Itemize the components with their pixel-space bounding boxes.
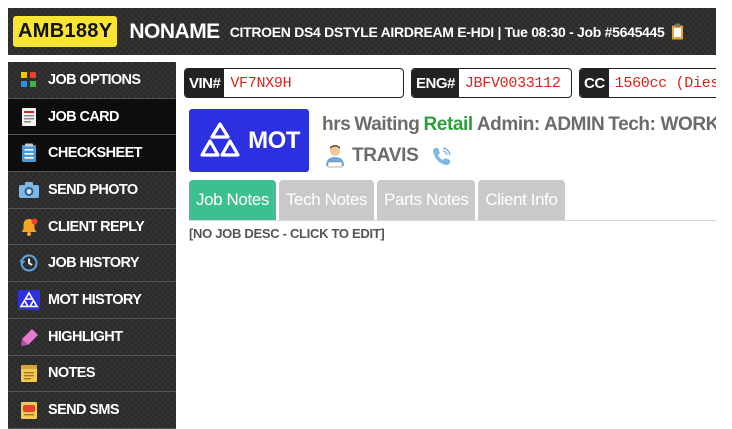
sidebar-item-label: JOB OPTIONS (48, 71, 141, 88)
client-contact-line: TRAVIS (324, 142, 452, 170)
job-card-icon (18, 106, 40, 128)
sidebar-item-label: SEND SMS (48, 402, 120, 419)
sidebar-item-checksheet[interactable]: CHECKSHEET (8, 135, 176, 173)
camera-icon (18, 179, 40, 201)
notepad-icon (18, 362, 40, 384)
admin-assignee[interactable]: Admin: ADMIN (477, 114, 605, 136)
engine-number-value: JBFV0033112 (464, 74, 561, 92)
job-description[interactable]: [NO JOB DESC - CLICK TO EDIT] (189, 226, 385, 241)
mot-triangle-icon (200, 121, 240, 157)
highlighter-icon (18, 326, 40, 348)
status-retail[interactable]: Retail (423, 114, 473, 136)
tab-parts-notes[interactable]: Parts Notes (377, 180, 476, 220)
vehicle-info-fields: VIN# VF7NX9H ENG# JBFV0033112 CC 1560cc … (184, 68, 716, 98)
engine-capacity-value: 1560cc (Diesel) (614, 74, 716, 92)
grid-icon (18, 69, 40, 91)
client-name[interactable]: TRAVIS (352, 145, 419, 167)
sidebar-item-job-history[interactable]: JOB HISTORY (8, 245, 176, 283)
notes-tabs: Job Notes Tech Notes Parts Notes Client … (189, 180, 716, 221)
sidebar-item-client-reply[interactable]: CLIENT REPLY (8, 209, 176, 246)
phone-call-icon[interactable] (430, 145, 452, 167)
mot-button[interactable]: MOT (189, 109, 309, 172)
sidebar-item-send-photo[interactable]: SEND PHOTO (8, 172, 176, 209)
tab-client-info[interactable]: Client Info (478, 180, 565, 220)
tech-assignee[interactable]: Tech: WORKSHOP (608, 114, 716, 136)
vehicle-job-summary: CITROEN DS4 DSTYLE AIRDREAM E-HDI | Tue … (229, 23, 665, 40)
vin-label: VIN# (185, 69, 225, 97)
registration-plate[interactable]: AMB188Y (13, 16, 118, 47)
sidebar-item-label: MOT HISTORY (48, 291, 142, 308)
client-avatar-icon (326, 145, 344, 168)
engine-number-label: ENG# (412, 69, 459, 97)
sidebar-item-notes[interactable]: NOTES (8, 356, 176, 393)
job-status-line: hrs Waiting Retail Admin: ADMIN Tech: WO… (322, 112, 716, 138)
sidebar-item-label: CHECKSHEET (48, 145, 143, 162)
mot-triangle-icon (18, 289, 40, 311)
engine-number-field[interactable]: ENG# JBFV0033112 (411, 68, 572, 98)
engine-capacity-field[interactable]: CC 1560cc (Diesel) (579, 68, 716, 98)
hours-text: hrs (322, 114, 351, 135)
sidebar-item-label: JOB HISTORY (48, 255, 140, 272)
sidebar-item-label: NOTES (48, 365, 96, 382)
tab-tech-notes[interactable]: Tech Notes (278, 180, 374, 220)
job-header: AMB188Y NONAME CITROEN DS4 DSTYLE AIRDRE… (8, 8, 716, 55)
sidebar-item-send-sms[interactable]: SEND SMS (8, 392, 176, 429)
sidebar-item-mot-history[interactable]: MOT HISTORY (8, 282, 176, 319)
engine-capacity-label: CC (580, 69, 609, 97)
history-clock-icon (18, 252, 40, 274)
checksheet-icon (18, 142, 40, 164)
sidebar-item-label: HIGHLIGHT (48, 328, 123, 345)
sidebar-item-label: SEND PHOTO (48, 181, 138, 198)
sidebar-item-label: JOB CARD (48, 108, 120, 125)
sidebar-item-highlight[interactable]: HIGHLIGHT (8, 319, 176, 356)
bell-icon (18, 216, 40, 238)
sidebar-item-job-options[interactable]: JOB OPTIONS (8, 62, 176, 99)
status-waiting[interactable]: Waiting (354, 114, 419, 136)
vin-value: VF7NX9H (230, 74, 292, 92)
clipboard-icon[interactable] (671, 23, 684, 40)
tab-job-notes[interactable]: Job Notes (189, 180, 276, 220)
mot-label: MOT (248, 126, 300, 154)
sidebar-menu: JOB OPTIONS JOB CARD CHECKSHEET SEND PHO… (8, 62, 176, 429)
sidebar-item-job-card[interactable]: JOB CARD (8, 98, 176, 136)
vin-field[interactable]: VIN# VF7NX9H (184, 68, 404, 98)
sidebar-item-label: CLIENT REPLY (48, 218, 145, 235)
sms-icon (18, 399, 40, 421)
customer-name[interactable]: NONAME (129, 20, 220, 44)
